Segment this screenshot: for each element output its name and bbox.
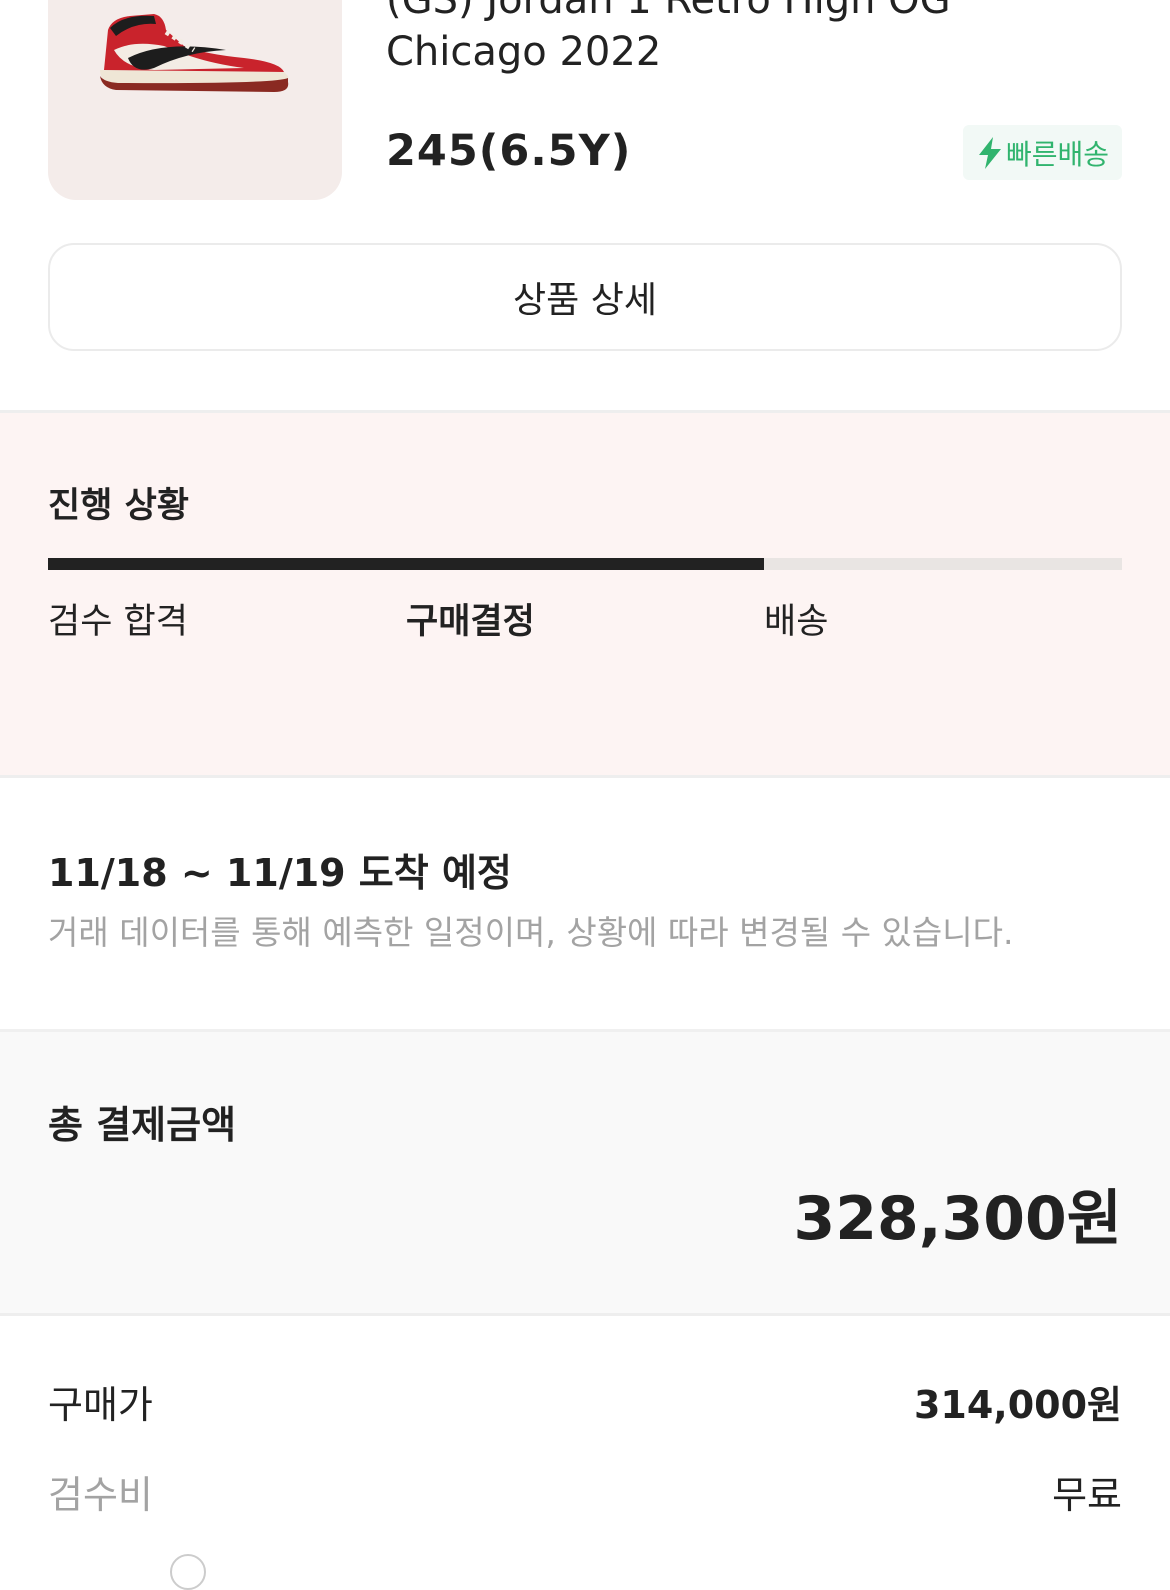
price-row-inspection-fee: 검수비 무료 xyxy=(48,1464,1122,1519)
product-name: (GS) Jordan 1 Retro High OG Chicago 2022 xyxy=(386,0,951,75)
sneaker-image xyxy=(100,14,289,92)
total-payment: 총 결제금액 328,300원 xyxy=(0,1032,1170,1316)
total-label: 총 결제금액 xyxy=(48,1103,237,1147)
fast-delivery-label: 빠른배송 xyxy=(1005,137,1110,171)
total-amount: 328,300원 xyxy=(793,1184,1122,1254)
step-purchase-confirmed: 구매결정 xyxy=(406,602,535,642)
info-icon[interactable] xyxy=(170,1554,206,1590)
product-size: 245(6.5Y) xyxy=(386,126,632,176)
product-summary: (GS) Jordan 1 Retro High OG Chicago 2022… xyxy=(0,0,1170,351)
progress-fill xyxy=(48,558,765,570)
eta-title: 11/18 ~ 11/19 도착 예정 xyxy=(48,851,512,895)
progress-track xyxy=(48,558,1122,570)
product-detail-button-label: 상품 상세 xyxy=(513,280,657,321)
delivery-estimate: 11/18 ~ 11/19 도착 예정 거래 데이터를 통해 예측한 일정이며,… xyxy=(0,778,1170,1032)
progress-section: 진행 상황 검수 합격 구매결정 배송 xyxy=(0,410,1170,778)
lightning-icon xyxy=(978,136,1001,169)
inspection-fee-label: 검수비 xyxy=(48,1473,153,1517)
step-inspection-passed: 검수 합격 xyxy=(48,602,188,642)
progress-title: 진행 상황 xyxy=(48,486,189,526)
purchase-price-label: 구매가 xyxy=(48,1383,153,1427)
product-thumbnail[interactable] xyxy=(48,0,342,200)
purchase-price-value: 314,000원 xyxy=(913,1383,1122,1427)
fast-delivery-badge: 빠른배송 xyxy=(963,125,1122,180)
price-row-purchase: 구매가 314,000원 xyxy=(48,1374,1122,1429)
step-shipping: 배송 xyxy=(764,602,829,642)
inspection-fee-value: 무료 xyxy=(1052,1473,1122,1517)
eta-note: 거래 데이터를 통해 예측한 일정이며, 상황에 따라 변경될 수 있습니다. xyxy=(48,913,1014,952)
product-detail-button[interactable]: 상품 상세 xyxy=(48,243,1122,351)
